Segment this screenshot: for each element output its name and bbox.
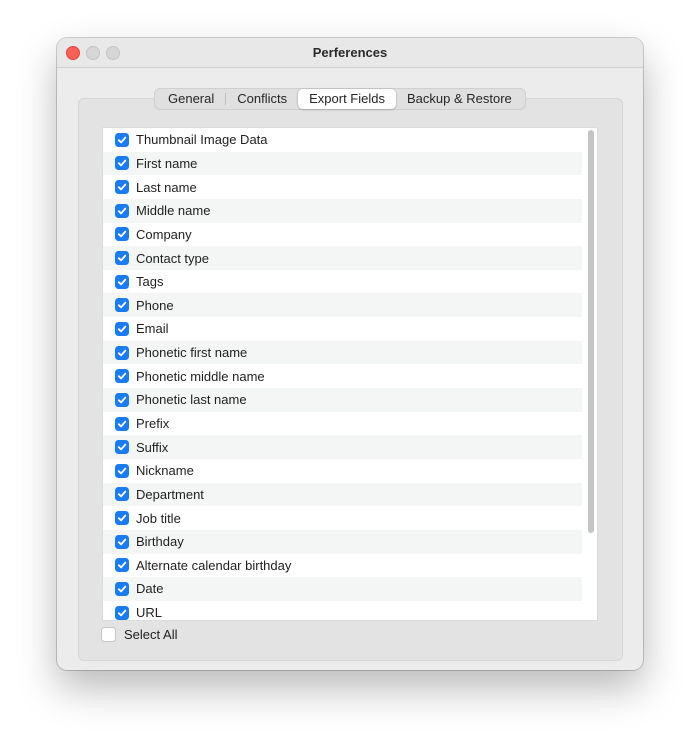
field-checkbox[interactable] <box>115 227 129 242</box>
field-checkbox[interactable] <box>115 487 129 502</box>
field-row: Email <box>103 317 582 341</box>
field-checkbox[interactable] <box>115 511 129 526</box>
field-row: Suffix <box>103 435 582 459</box>
field-row: Company <box>103 223 582 247</box>
checkmark-icon <box>117 609 127 616</box>
field-row: Last name <box>103 175 582 199</box>
field-label: Job title <box>136 510 181 526</box>
checkmark-icon <box>117 349 127 356</box>
field-label: Department <box>136 486 204 502</box>
field-label: Alternate calendar birthday <box>136 557 292 573</box>
field-row: Tags <box>103 270 582 294</box>
field-row: Contact type <box>103 246 582 270</box>
field-label: URL <box>136 605 163 621</box>
field-checkbox[interactable] <box>115 132 129 147</box>
vertical-scrollbar[interactable] <box>588 130 594 533</box>
field-label: Last name <box>136 179 197 195</box>
field-label: Nickname <box>136 463 194 479</box>
checkmark-icon <box>117 562 127 569</box>
field-checkbox[interactable] <box>115 605 129 620</box>
field-label: Prefix <box>136 416 170 431</box>
field-checkbox[interactable] <box>115 534 129 549</box>
select-all-checkbox[interactable] <box>101 627 116 642</box>
checkmark-icon <box>117 443 127 451</box>
checkmark-icon <box>117 301 127 309</box>
checkmark-icon <box>117 585 127 593</box>
select-all-row: Select All <box>101 627 177 642</box>
field-label: Contact type <box>136 250 209 266</box>
field-label: Date <box>136 581 164 597</box>
field-checkbox[interactable] <box>115 156 129 171</box>
tab-general[interactable]: General <box>157 89 225 109</box>
field-checkbox[interactable] <box>115 416 129 431</box>
field-checkbox[interactable] <box>115 251 129 266</box>
field-row: Nickname <box>103 459 582 483</box>
field-row: Prefix <box>103 412 582 436</box>
tab-backup-restore[interactable]: Backup & Restore <box>396 89 523 109</box>
field-label: Company <box>136 226 192 242</box>
field-row: Thumbnail Image Data <box>103 128 582 152</box>
checkmark-icon <box>117 420 127 427</box>
checkmark-icon <box>117 372 127 380</box>
field-row: Birthday <box>103 529 582 554</box>
checkmark-icon <box>117 254 127 262</box>
field-label: Phone <box>136 297 174 313</box>
tab-export-fields[interactable]: Export Fields <box>298 89 396 109</box>
field-checkbox[interactable] <box>115 298 129 313</box>
field-row: Phonetic first name <box>103 340 582 365</box>
field-label: Middle name <box>136 203 211 219</box>
checkmark-icon <box>117 396 127 404</box>
field-label: Phonetic first name <box>136 345 248 361</box>
field-checkbox[interactable] <box>115 440 129 455</box>
field-checkbox[interactable] <box>115 345 129 360</box>
field-label: Email <box>136 321 169 337</box>
checkmark-icon <box>117 160 127 167</box>
field-label: Phonetic middle name <box>136 368 265 384</box>
window-title: Perferences <box>312 45 388 60</box>
checkmark-icon <box>117 325 127 333</box>
export-fields-list: Thumbnail Image Data First name Last name M… <box>102 127 598 621</box>
checkmark-icon <box>117 136 127 144</box>
field-row: Department <box>103 482 582 507</box>
checkmark-icon <box>117 514 127 522</box>
field-row: Date <box>103 577 582 601</box>
checkmark-icon <box>117 207 127 215</box>
field-checkbox[interactable] <box>115 321 129 336</box>
field-checkbox[interactable] <box>115 392 129 407</box>
field-label: Birthday <box>136 534 184 550</box>
tab-conflicts[interactable]: Conflicts <box>226 89 298 109</box>
field-checkbox[interactable] <box>115 581 129 596</box>
field-checkbox[interactable] <box>115 203 129 218</box>
field-row: Job title <box>103 506 582 530</box>
checkmark-icon <box>117 491 127 498</box>
field-label: Thumbnail Image Data <box>136 132 268 148</box>
field-label: Tags <box>136 274 164 290</box>
preferences-window: Perferences General Conflicts Export Fie… <box>57 38 643 670</box>
field-row: Middle name <box>103 198 582 223</box>
field-checkbox[interactable] <box>115 463 129 478</box>
field-row: URL <box>103 601 582 621</box>
checkmark-icon <box>117 231 127 238</box>
field-label: Phonetic last name <box>136 392 247 408</box>
field-label: First name <box>136 155 198 171</box>
field-checkbox[interactable] <box>115 369 129 384</box>
checkmark-icon <box>117 538 127 546</box>
field-label: Suffix <box>136 439 169 455</box>
field-checkbox[interactable] <box>115 180 129 195</box>
field-row: First name <box>103 151 582 176</box>
title-bar: Perferences <box>57 38 643 68</box>
tab-bar: General Conflicts Export Fields Backup &… <box>154 88 526 110</box>
select-all-label: Select All <box>124 627 178 642</box>
checkmark-icon <box>117 278 127 285</box>
checkmark-icon <box>117 467 127 475</box>
field-row: Phonetic middle name <box>103 364 582 388</box>
field-rows: Thumbnail Image Data First name Last name M… <box>103 128 597 621</box>
field-checkbox[interactable] <box>115 558 129 573</box>
field-row: Phone <box>103 293 582 318</box>
checkmark-icon <box>117 183 127 191</box>
field-checkbox[interactable] <box>115 274 129 289</box>
field-row: Phonetic last name <box>103 388 582 412</box>
field-row: Alternate calendar birthday <box>103 554 582 578</box>
